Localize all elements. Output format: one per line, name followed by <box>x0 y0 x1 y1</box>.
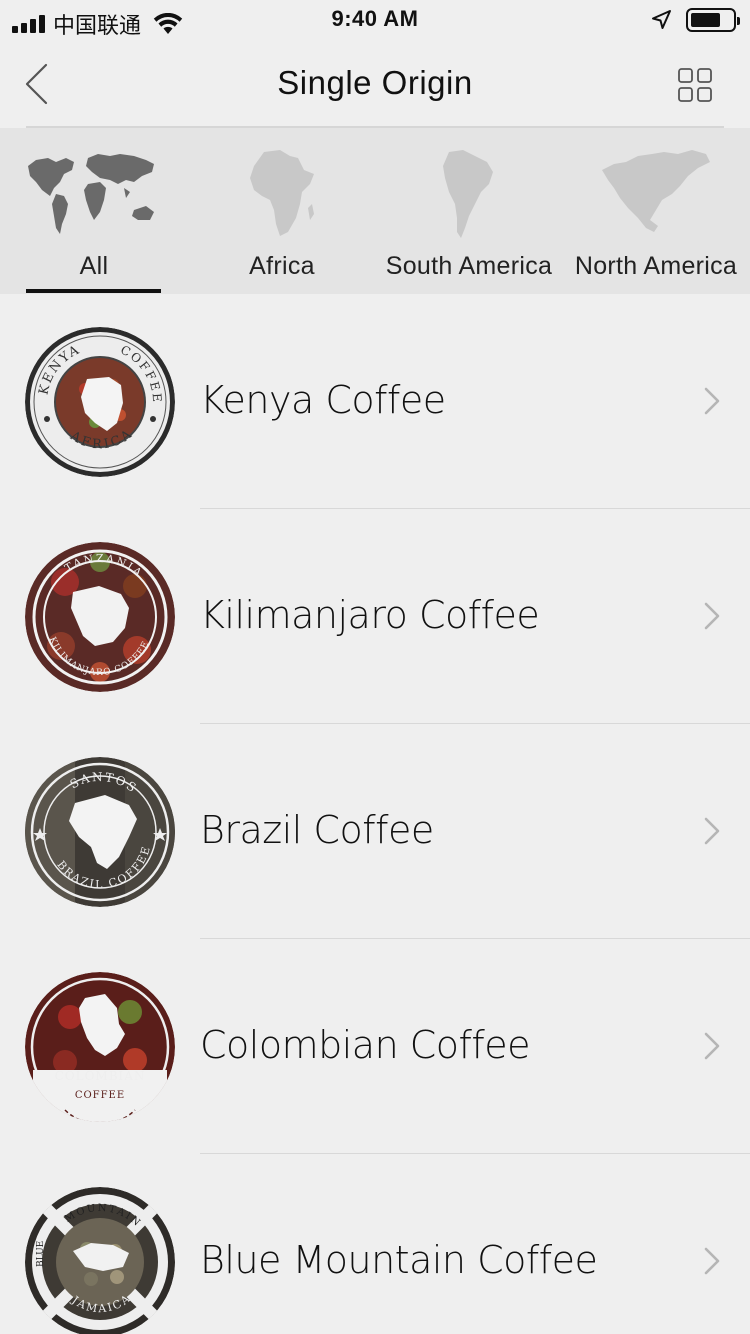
chevron-right-icon <box>704 602 720 630</box>
colombian-coffee-badge: COLOMBIAN COFFEE <box>25 972 175 1122</box>
chevron-right-icon <box>704 1247 720 1275</box>
coffee-name: Blue Mountain Coffee <box>200 1238 598 1282</box>
brazil-coffee-badge: SANTOS BRAZIL COFFEE <box>25 757 175 907</box>
tab-label-north-america: North America <box>574 252 738 280</box>
chevron-right-icon <box>704 387 720 415</box>
chevron-right-icon <box>704 1032 720 1060</box>
chevron-right-icon <box>704 817 720 845</box>
coffee-name: Kenya Coffee <box>200 378 446 422</box>
colombian-badge-bottom-text: COFFEE <box>75 1090 125 1101</box>
north-america-map-icon <box>602 150 710 232</box>
africa-map-icon <box>250 150 314 236</box>
world-map-icon <box>28 154 154 234</box>
coffee-list-item-kenya[interactable]: KENYA COFFEE AFRICA Kenya Coffee <box>0 294 750 509</box>
selected-tab-indicator <box>26 289 161 293</box>
blue-mountain-badge-left-text: BLUE <box>36 1241 46 1267</box>
coffee-list-item-brazil[interactable]: SANTOS BRAZIL COFFEE Brazil Coffee <box>0 724 750 939</box>
kenya-coffee-badge: KENYA COFFEE AFRICA <box>25 327 175 477</box>
tab-all[interactable]: All <box>0 128 188 294</box>
coffee-list-item-colombian[interactable]: COLOMBIAN COFFEE Colombian Coffee <box>0 939 750 1154</box>
navigation-bar: Single Origin <box>0 40 750 128</box>
tab-south-america[interactable]: South America <box>376 128 562 294</box>
tab-label-africa: Africa <box>249 252 315 280</box>
tab-africa[interactable]: Africa <box>188 128 376 294</box>
tab-label-south-america: South America <box>385 252 553 280</box>
tab-label-all: All <box>79 252 109 280</box>
region-tab-bar: All Africa South America North America <box>0 128 750 294</box>
grid-view-icon[interactable] <box>678 68 712 102</box>
coffee-list: KENYA COFFEE AFRICA Kenya Coffee TANZANI… <box>0 294 750 1334</box>
coffee-name: Kilimanjaro Coffee <box>200 593 540 637</box>
location-arrow-icon <box>652 10 671 29</box>
coffee-name: Brazil Coffee <box>200 808 434 852</box>
kilimanjaro-coffee-badge: TANZANIA KILIMANJARO COFFEE <box>25 542 175 692</box>
coffee-list-item-blue-mountain[interactable]: MOUNTAIN BLUE JAMAICA Blue Mountain Coff… <box>0 1154 750 1334</box>
coffee-list-item-kilimanjaro[interactable]: TANZANIA KILIMANJARO COFFEE Kilimanjaro … <box>0 509 750 724</box>
battery-icon <box>686 8 740 32</box>
coffee-name: Colombian Coffee <box>200 1023 531 1067</box>
colombian-badge-top-text: COLOMBIAN <box>55 1069 146 1083</box>
tab-north-america[interactable]: North America <box>562 128 750 294</box>
status-bar: 中国联通 9:40 AM <box>0 0 750 40</box>
status-time: 9:40 AM <box>331 6 419 31</box>
south-america-map-icon <box>443 150 493 238</box>
page-title: Single Origin <box>277 64 473 101</box>
blue-mountain-coffee-badge: MOUNTAIN BLUE JAMAICA <box>25 1187 175 1334</box>
